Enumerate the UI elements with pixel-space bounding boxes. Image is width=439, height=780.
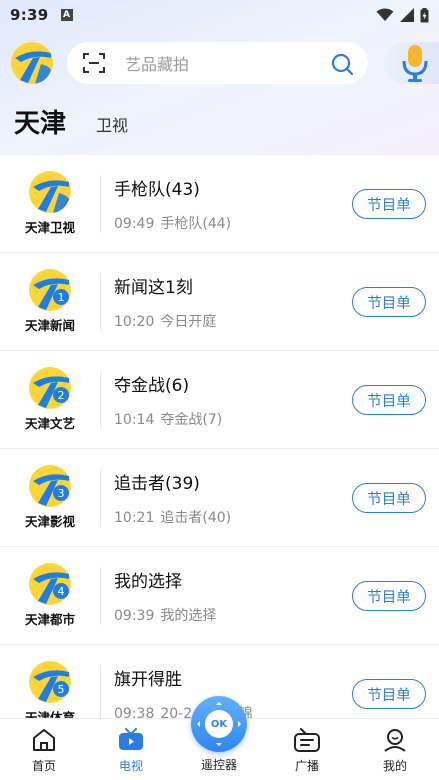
- channel-number: 2: [58, 389, 65, 402]
- channel-name: 天津影视: [24, 514, 75, 529]
- divider: [100, 273, 101, 331]
- channel-name: 天津新闻: [24, 318, 75, 333]
- tianjin-tv-logo-icon: 1: [29, 269, 71, 311]
- next-program: 09:39 我的选择: [114, 605, 216, 625]
- remote-ok-label: OK: [205, 710, 233, 738]
- status-bar: 9:39 A: [0, 0, 439, 30]
- next-title: 追击者(40): [160, 510, 232, 526]
- profile-icon: [384, 729, 406, 752]
- program-title: 夺金战(6): [114, 376, 190, 396]
- channel-logo: 3 天津影视: [12, 461, 88, 533]
- nav-home-label: 首页: [31, 759, 56, 773]
- status-icons: [376, 7, 429, 23]
- divider: [100, 665, 101, 723]
- next-time: 10:20: [114, 314, 155, 330]
- signal-icon: [400, 8, 414, 22]
- program-title: 手枪队(43): [114, 180, 200, 200]
- divider: [100, 371, 101, 429]
- schedule-button[interactable]: 节目单: [352, 483, 426, 513]
- divider: [100, 567, 101, 625]
- channel-name: 天津文艺: [24, 416, 75, 431]
- channel-logo: 1 天津新闻: [12, 265, 88, 337]
- tv-icon: [119, 728, 143, 750]
- nav-home[interactable]: 首页: [14, 727, 74, 774]
- channel-logo: 天津卫视: [12, 167, 88, 239]
- channel-list: 天津卫视 手枪队(43) 09:49 手枪队(44) 节目单 1 天津新闻 新闻这…: [0, 155, 439, 743]
- next-program: 10:20 今日开庭: [114, 311, 216, 331]
- nav-mine[interactable]: 我的: [365, 727, 425, 774]
- status-time: 9:39: [10, 6, 49, 24]
- schedule-button[interactable]: 节目单: [352, 581, 426, 611]
- region-tabs: 天津 卫视: [14, 106, 128, 140]
- nav-mine-label: 我的: [382, 759, 407, 773]
- tab-satellite[interactable]: 卫视: [96, 112, 128, 136]
- tab-tianjin[interactable]: 天津: [14, 103, 66, 140]
- notification-icon: A: [60, 9, 73, 21]
- tianjin-tv-logo-icon: 5: [29, 661, 71, 703]
- next-time: 09:49: [114, 216, 155, 232]
- channel-number: 5: [58, 683, 65, 696]
- search-input[interactable]: 艺品藏拍: [125, 51, 189, 75]
- voice-search-button[interactable]: [384, 42, 439, 84]
- channel-number: 1: [58, 291, 65, 304]
- schedule-button[interactable]: 节目单: [352, 287, 426, 317]
- next-title: 我的选择: [160, 608, 217, 624]
- next-time: 10:21: [114, 510, 155, 526]
- channel-logo: 2 天津文艺: [12, 363, 88, 435]
- next-program: 10:21 追击者(40): [114, 507, 231, 527]
- program-title: 新闻这1刻: [114, 278, 193, 298]
- schedule-button[interactable]: 节目单: [352, 679, 426, 709]
- nav-tv-label: 电视: [118, 759, 143, 773]
- home-icon: [33, 729, 55, 751]
- tianjin-tv-logo-icon: [29, 171, 71, 213]
- channel-row[interactable]: 4 天津都市 我的选择 09:39 我的选择 节目单: [0, 547, 439, 645]
- app-logo-icon[interactable]: [11, 42, 53, 84]
- microphone-icon: [402, 45, 428, 82]
- channel-number: 4: [58, 585, 65, 598]
- next-program: 10:14 夺金战(7): [114, 409, 222, 429]
- battery-icon: [420, 7, 429, 22]
- channel-logo: 4 天津都市: [12, 559, 88, 631]
- channel-row[interactable]: 1 天津新闻 新闻这1刻 10:20 今日开庭 节目单: [0, 253, 439, 351]
- tianjin-tv-logo-icon: 2: [29, 367, 71, 409]
- tianjin-tv-logo-icon: 3: [29, 465, 71, 507]
- tianjin-tv-logo-icon: 4: [29, 563, 71, 605]
- search-icon[interactable]: [330, 52, 354, 76]
- next-time: 10:14: [114, 412, 155, 428]
- channel-row[interactable]: 天津卫视 手枪队(43) 09:49 手枪队(44) 节目单: [0, 155, 439, 253]
- channel-row[interactable]: 3 天津影视 追击者(39) 10:21 追击者(40) 节目单: [0, 449, 439, 547]
- nav-radio[interactable]: 广播: [277, 727, 337, 774]
- remote-control-button[interactable]: OK: [191, 696, 247, 752]
- next-time: 09:39: [114, 608, 155, 624]
- wifi-icon: [376, 8, 394, 21]
- next-title: 手枪队(44): [160, 216, 232, 232]
- program-title: 追击者(39): [114, 474, 200, 494]
- channel-row[interactable]: 2 天津文艺 夺金战(6) 10:14 夺金战(7) 节目单: [0, 351, 439, 449]
- divider: [100, 175, 101, 233]
- program-title: 旗开得胜: [114, 670, 182, 690]
- divider: [100, 469, 101, 527]
- top-header: 艺品藏拍: [0, 42, 439, 86]
- schedule-button[interactable]: 节目单: [352, 189, 426, 219]
- nav-remote-label: 遥控器: [200, 758, 237, 772]
- nav-radio-label: 广播: [294, 759, 319, 773]
- next-title: 今日开庭: [160, 314, 217, 330]
- channel-name: 天津都市: [24, 612, 75, 627]
- next-title: 夺金战(7): [160, 412, 223, 428]
- next-program: 09:49 手枪队(44): [114, 213, 231, 233]
- channel-number: 3: [58, 487, 65, 500]
- nav-tv[interactable]: 电视: [101, 727, 161, 774]
- search-bar[interactable]: 艺品藏拍: [67, 42, 368, 84]
- scan-icon[interactable]: [83, 52, 105, 74]
- radio-icon: [294, 728, 320, 752]
- channel-name: 天津卫视: [24, 220, 75, 235]
- schedule-button[interactable]: 节目单: [352, 385, 426, 415]
- program-title: 我的选择: [114, 572, 182, 592]
